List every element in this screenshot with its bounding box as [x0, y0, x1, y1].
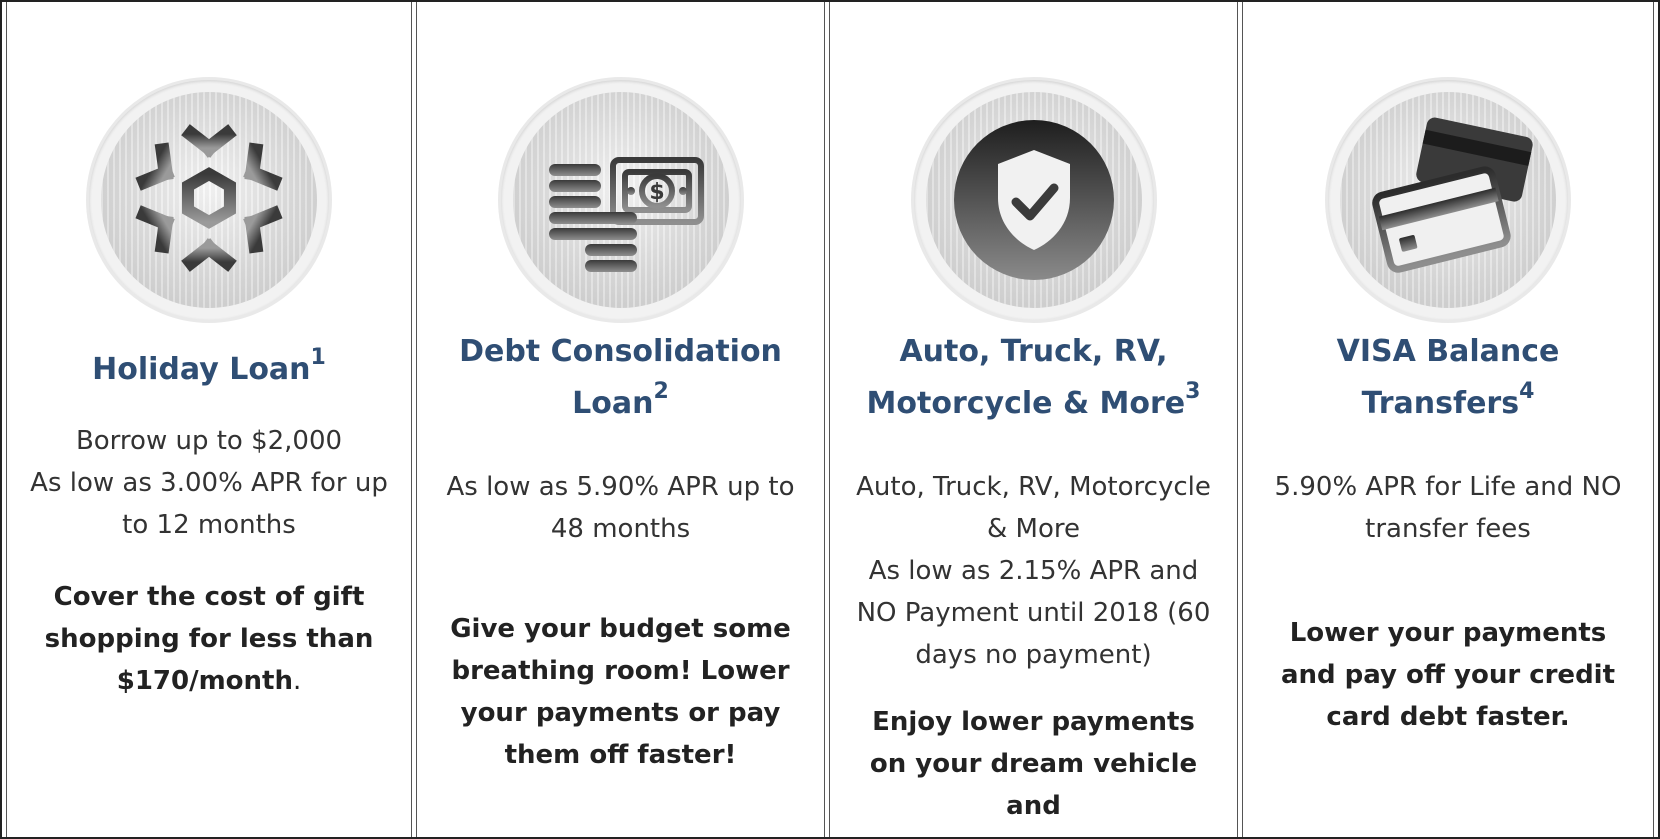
- card-highlight: Give your budget some breathing room! Lo…: [450, 614, 791, 770]
- card-holiday-loan: Holiday Loan1 Borrow up to $2,000 As low…: [6, 2, 412, 837]
- card-details: Auto, Truck, RV, Motorcycle & More As lo…: [852, 466, 1215, 676]
- loan-offers-table: Holiday Loan1 Borrow up to $2,000 As low…: [0, 0, 1660, 839]
- icon-circle: [89, 80, 329, 320]
- card-title: VISA Balance Transfers4: [1336, 334, 1560, 421]
- card-title: Debt Consolidation Loan2: [459, 334, 782, 421]
- credit-cards-icon: [1372, 117, 1533, 273]
- svg-text:$: $: [649, 180, 664, 205]
- detail-line: As low as 3.00% APR for up to 12 months: [30, 468, 388, 540]
- icon-circle: [1328, 80, 1568, 320]
- detail-line: 5.90% APR for Life and NO transfer fees: [1274, 472, 1622, 544]
- detail-line: Borrow up to $2,000: [75, 426, 343, 456]
- footnote-marker: 4: [1519, 379, 1535, 404]
- detail-line: Auto, Truck, RV, Motorcycle & More: [856, 472, 1211, 544]
- icon-circle: $: [500, 80, 741, 320]
- card-details: 5.90% APR for Life and NO transfer fees: [1265, 466, 1631, 550]
- footnote-marker: 2: [653, 379, 669, 404]
- card-title: Holiday Loan1: [92, 345, 326, 388]
- card-details: Borrow up to $2,000 As low as 3.00% APR …: [29, 420, 389, 546]
- shield-check-icon: [953, 120, 1114, 280]
- card-auto-loan: Auto, Truck, RV, Motorcycle & More3 Auto…: [829, 2, 1238, 837]
- detail-line: As low as 5.90% APR up to 48 months: [446, 472, 795, 544]
- card-highlight: Lower your payments and pay off your cre…: [1280, 618, 1616, 732]
- card-highlight: Cover the cost of gift shopping for less…: [44, 582, 374, 696]
- detail-line: As low as 2.15% APR and NO Payment until…: [856, 556, 1211, 670]
- snowflake-icon: [101, 113, 317, 308]
- icon-circle: [913, 80, 1154, 320]
- footnote-marker: 1: [310, 345, 326, 370]
- money-coins-icon: $: [548, 157, 704, 272]
- footnote-marker: 3: [1185, 379, 1201, 404]
- card-visa-balance-transfers: VISA Balance Transfers4 5.90% APR for Li…: [1242, 2, 1654, 837]
- card-title: Auto, Truck, RV, Motorcycle & More3: [866, 334, 1201, 421]
- card-details: As low as 5.90% APR up to 48 months: [439, 466, 802, 550]
- card-debt-consolidation-loan: $ Debt Consolidation Loan2 As low as 5.9…: [416, 2, 825, 837]
- card-highlight: Enjoy lower payments on your dream vehic…: [869, 707, 1198, 821]
